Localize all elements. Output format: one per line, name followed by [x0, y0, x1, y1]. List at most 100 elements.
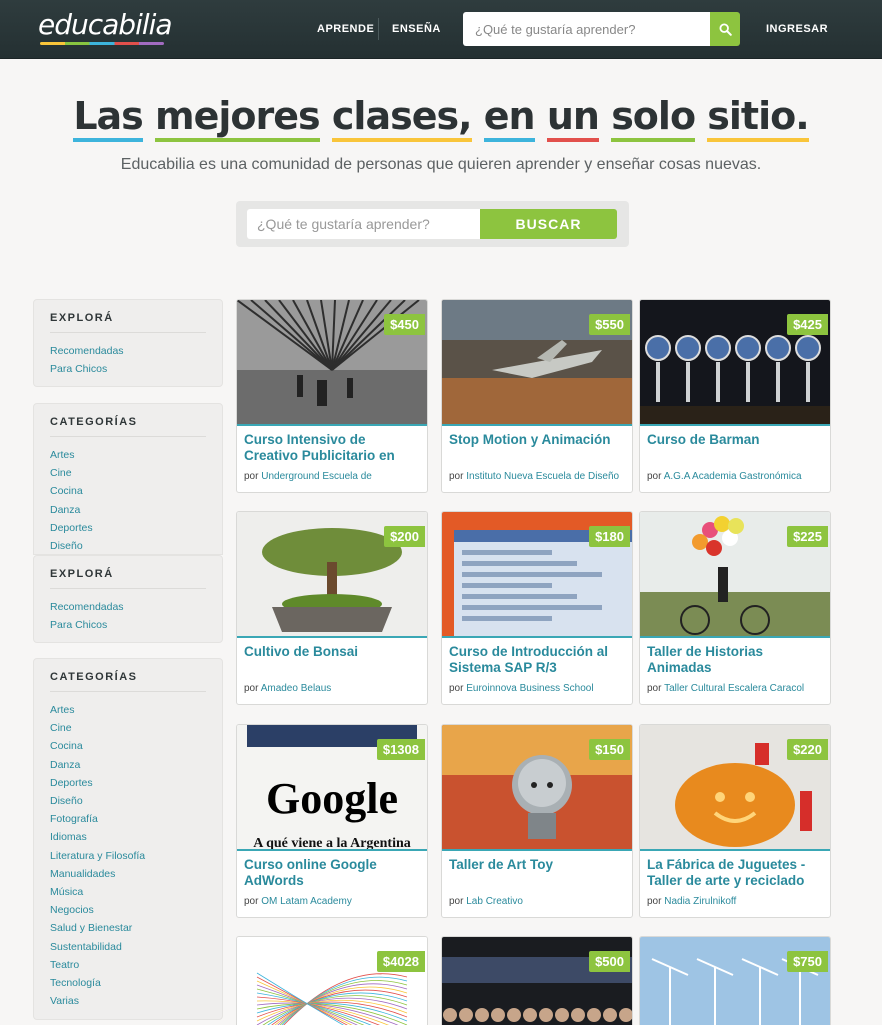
hero-search-box: BUSCAR: [236, 201, 629, 247]
hero-title-word: mejores: [155, 94, 321, 142]
course-card[interactable]: Google A qué viene a la Argentina $1308 Cur…: [236, 724, 428, 918]
course-author-link[interactable]: Nadia Zirulnikoff: [664, 896, 736, 907]
categorias-list: Artes Cine Cocina Danza Deportes Diseño: [50, 446, 206, 555]
hero-title-word: en: [483, 94, 536, 142]
sidebar-link[interactable]: Deportes: [50, 774, 206, 792]
hero-title-word: sitio.: [707, 94, 810, 142]
sidebar-link[interactable]: Danza: [50, 756, 206, 774]
sidebar-link[interactable]: Cine: [50, 719, 206, 737]
course-author-link[interactable]: Taller Cultural Escalera Caracol: [664, 683, 804, 694]
course-author-link[interactable]: Instituto Nueva Escuela de Diseño: [466, 471, 619, 482]
course-author-line: por Instituto Nueva Escuela de Diseño: [449, 471, 631, 482]
sidebar-link[interactable]: Idiomas: [50, 828, 206, 846]
hero-title: Las mejores clases, en un solo sitio.: [0, 94, 882, 142]
sidebar-link[interactable]: Teatro: [50, 956, 206, 974]
explora-list: Recomendadas Para Chicos: [50, 598, 206, 634]
price-badge: $500: [589, 951, 630, 972]
sidebar-link[interactable]: Recomendadas: [50, 598, 206, 616]
sidebar-link[interactable]: Cine: [50, 464, 206, 482]
course-card[interactable]: $500: [441, 936, 633, 1025]
sidebar-link[interactable]: Artes: [50, 701, 206, 719]
price-badge: $1308: [376, 739, 425, 760]
course-author-link[interactable]: OM Latam Academy: [261, 896, 352, 907]
sidebar-link[interactable]: Salud y Bienestar: [50, 919, 206, 937]
course-card[interactable]: $150 Taller de Art Toy por Lab Creativo: [441, 724, 633, 918]
course-title[interactable]: La Fábrica de Juguetes - Taller de arte …: [647, 857, 825, 888]
by-label: por: [647, 471, 662, 482]
course-author-link[interactable]: Underground Escuela de: [261, 471, 372, 482]
course-card[interactable]: $425 Curso de Barman por A.G.A Academia Ga…: [639, 299, 831, 493]
course-card[interactable]: $550 Stop Motion y Animación por Instituto…: [441, 299, 633, 493]
sidebar-link[interactable]: Cocina: [50, 737, 206, 755]
buscar-button[interactable]: BUSCAR: [480, 209, 617, 239]
nav-ensena-link[interactable]: ENSEÑA: [392, 23, 441, 35]
educabilia-logo[interactable]: educabilia: [38, 8, 173, 41]
sidebar-link[interactable]: Varias: [50, 992, 206, 1010]
sidebar-link[interactable]: Para Chicos: [50, 360, 206, 378]
sidebar-link[interactable]: Diseño: [50, 792, 206, 810]
sidebar-link[interactable]: Danza: [50, 501, 206, 519]
sidebar-link[interactable]: Literatura y Filosofía: [50, 847, 206, 865]
course-card[interactable]: $450 Curso Intensivo de Creativo Publicit…: [236, 299, 428, 493]
hero-title-word: clases,: [331, 94, 473, 142]
course-card[interactable]: $200 Cultivo de Bonsai por Amadeo Belaus: [236, 511, 428, 705]
google-logo-text: Google: [266, 774, 398, 823]
course-title[interactable]: Stop Motion y Animación: [449, 432, 627, 448]
nav-divider: [378, 18, 379, 40]
sidebar-link[interactable]: Artes: [50, 446, 206, 464]
course-title[interactable]: Curso Intensivo de Creativo Publicitario…: [244, 432, 422, 463]
newspaper-caption: A qué viene a la Argentina: [253, 836, 411, 851]
search-icon: [718, 22, 732, 36]
hero-title-word: Las: [73, 94, 144, 142]
sidebar-link[interactable]: Diseño: [50, 537, 206, 555]
sidebar-link[interactable]: Deportes: [50, 519, 206, 537]
by-label: por: [244, 683, 259, 694]
course-title[interactable]: Cultivo de Bonsai: [244, 644, 422, 660]
course-card[interactable]: $225 Taller de Historias Animadas por Tall…: [639, 511, 831, 705]
course-title[interactable]: Taller de Art Toy: [449, 857, 627, 873]
course-title[interactable]: Taller de Historias Animadas: [647, 644, 825, 675]
categorias-heading: CATEGORÍAS: [50, 404, 206, 437]
sidebar-link[interactable]: Fotografía: [50, 810, 206, 828]
course-title[interactable]: Curso de Barman: [647, 432, 825, 448]
course-card[interactable]: $180 Curso de Introducción al Sistema SAP…: [441, 511, 633, 705]
course-author-line: por Taller Cultural Escalera Caracol: [647, 683, 829, 694]
sidebar-link[interactable]: Cocina: [50, 482, 206, 500]
course-author-link[interactable]: Lab Creativo: [466, 896, 523, 907]
sidebar-link[interactable]: Tecnología: [50, 974, 206, 992]
price-badge: $425: [787, 314, 828, 335]
course-title[interactable]: Curso online Google AdWords: [244, 857, 422, 888]
course-card[interactable]: $4028: [236, 936, 428, 1025]
course-author-link[interactable]: Euroinnova Business School: [466, 683, 593, 694]
login-link[interactable]: INGRESAR: [766, 23, 828, 35]
sidebar-link[interactable]: Para Chicos: [50, 616, 206, 634]
course-author-line: por A.G.A Academia Gastronómica: [647, 471, 829, 482]
course-author-line: por Lab Creativo: [449, 896, 631, 907]
course-author-line: por Nadia Zirulnikoff: [647, 896, 829, 907]
sidebar-link[interactable]: Sustentabilidad: [50, 938, 206, 956]
hero-search-input[interactable]: [247, 209, 480, 239]
course-card[interactable]: $220 La Fábrica de Juguetes - Taller de a…: [639, 724, 831, 918]
categorias-list: Artes Cine Cocina Danza Deportes Diseño Fotogr…: [50, 701, 206, 1010]
by-label: por: [244, 896, 259, 907]
price-badge: $450: [384, 314, 425, 335]
sidebar-link[interactable]: Música: [50, 883, 206, 901]
header-search-input[interactable]: [463, 12, 710, 46]
course-title[interactable]: Curso de Introducción al Sistema SAP R/3: [449, 644, 627, 675]
course-author-link[interactable]: A.G.A Academia Gastronómica: [664, 471, 802, 482]
logo-color-stripe: [40, 42, 164, 45]
sidebar-link[interactable]: Negocios: [50, 901, 206, 919]
categorias-box-full: CATEGORÍAS Artes Cine Cocina Danza Deportes D…: [33, 658, 223, 1020]
header-search-button[interactable]: [710, 12, 740, 46]
top-navbar: educabilia APRENDE ENSEÑA INGRESAR: [0, 0, 882, 59]
course-author-link[interactable]: Amadeo Belaus: [261, 683, 332, 694]
course-card[interactable]: $750: [639, 936, 831, 1025]
categorias-box: CATEGORÍAS Artes Cine Cocina Danza Deportes D…: [33, 403, 223, 555]
sidebar-link[interactable]: Recomendadas: [50, 342, 206, 360]
by-label: por: [244, 471, 259, 482]
price-badge: $150: [589, 739, 630, 760]
nav-aprende-link[interactable]: APRENDE: [317, 23, 374, 35]
sidebar-link[interactable]: Manualidades: [50, 865, 206, 883]
by-label: por: [647, 683, 662, 694]
hero-title-word: solo: [611, 94, 696, 142]
